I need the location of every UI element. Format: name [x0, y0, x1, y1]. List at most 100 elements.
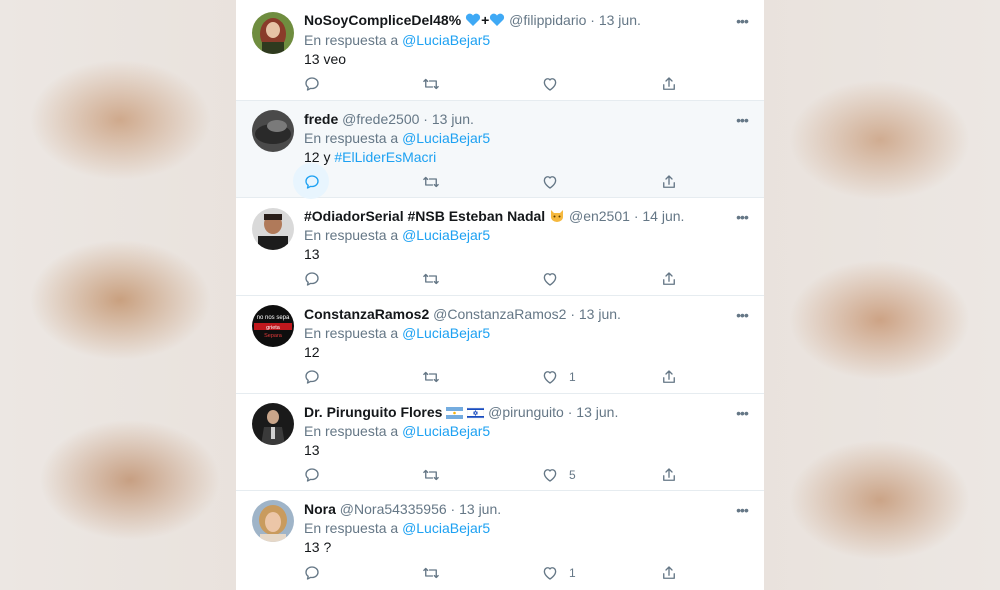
tweet-header: Dr. Pirunguito Flores @pirunguito · 13 j… [304, 402, 724, 422]
more-icon[interactable]: ••• [732, 210, 752, 230]
retweet-icon [422, 564, 440, 582]
tweet[interactable]: #OdiadorSerial #NSB Esteban Nadal @en250… [236, 198, 764, 296]
handle[interactable]: @frede2500 [342, 111, 419, 127]
tweet[interactable]: no nos sepa grieta Separa ConstanzaRamos… [236, 296, 764, 394]
blue-heart-icon [489, 12, 505, 32]
avatar[interactable] [252, 500, 294, 542]
mention-link[interactable]: @LuciaBejar5 [402, 325, 490, 341]
handle[interactable]: @pirunguito [488, 404, 564, 420]
reply-context: En respuesta a @LuciaBejar5 [304, 520, 491, 536]
hashtag-link[interactable]: #ElLiderEsMacri [334, 149, 436, 165]
timestamp[interactable]: 13 jun. [459, 501, 501, 517]
reply-icon [303, 564, 321, 582]
tweet-actions [236, 74, 764, 94]
mention-link[interactable]: @LuciaBejar5 [402, 32, 490, 48]
like-button[interactable]: 5 [541, 465, 576, 485]
reply-button[interactable] [303, 563, 321, 583]
avatar-text: no nos sepa [257, 315, 290, 321]
timestamp[interactable]: 13 jun. [579, 306, 621, 322]
like-count: 1 [569, 370, 576, 384]
retweet-icon [422, 368, 440, 386]
share-button[interactable] [660, 269, 678, 289]
israel-flag-icon [467, 404, 485, 424]
timestamp[interactable]: 13 jun. [599, 12, 641, 28]
heart-icon [541, 466, 559, 484]
share-icon [660, 270, 678, 288]
more-icon[interactable]: ••• [732, 406, 752, 426]
retweet-button[interactable] [422, 465, 440, 485]
tweet-header: ConstanzaRamos2 @ConstanzaRamos2 · 13 ju… [304, 306, 621, 322]
reply-button[interactable] [293, 163, 329, 199]
share-button[interactable] [660, 563, 678, 583]
reply-context: En respuesta a @LuciaBejar5 [304, 227, 491, 243]
display-name[interactable]: #OdiadorSerial #NSB Esteban Nadal [304, 208, 545, 224]
retweet-button[interactable] [422, 563, 440, 583]
more-icon[interactable]: ••• [732, 308, 752, 328]
retweet-icon [422, 173, 440, 191]
share-icon [660, 368, 678, 386]
like-button[interactable]: 1 [541, 367, 576, 387]
timestamp[interactable]: 14 jun. [642, 208, 684, 224]
retweet-button[interactable] [422, 269, 440, 289]
tweet[interactable]: frede @frede2500 · 13 jun. ••• En respue… [236, 101, 764, 199]
share-button[interactable] [660, 367, 678, 387]
retweet-button[interactable] [422, 367, 440, 387]
share-icon [660, 466, 678, 484]
cat-face-icon [549, 208, 565, 228]
mention-link[interactable]: @LuciaBejar5 [402, 423, 490, 439]
avatar[interactable] [252, 403, 294, 445]
tweet[interactable]: NoSoyCompliceDel48% + @filippidario · 13… [236, 0, 764, 101]
share-button[interactable] [660, 465, 678, 485]
display-name[interactable]: NoSoyCompliceDel48% [304, 12, 461, 28]
reply-context: En respuesta a @LuciaBejar5 [304, 32, 491, 48]
like-button[interactable]: 1 [541, 563, 576, 583]
tweet[interactable]: Dr. Pirunguito Flores @pirunguito · 13 j… [236, 394, 764, 491]
timestamp[interactable]: 13 jun. [432, 111, 474, 127]
reply-button[interactable] [303, 465, 321, 485]
avatar[interactable] [252, 110, 294, 152]
more-icon[interactable]: ••• [732, 113, 752, 133]
reply-button[interactable] [303, 269, 321, 289]
reply-button[interactable] [303, 367, 321, 387]
handle[interactable]: @ConstanzaRamos2 [433, 306, 566, 322]
display-name[interactable]: Nora [304, 501, 336, 517]
display-name[interactable]: frede [304, 111, 338, 127]
tweet-actions: 1 [236, 367, 764, 387]
reply-icon [303, 466, 321, 484]
argentina-flag-icon [446, 404, 464, 424]
share-icon [660, 564, 678, 582]
avatar[interactable]: no nos sepa grieta Separa [252, 305, 294, 347]
mention-link[interactable]: @LuciaBejar5 [402, 227, 490, 243]
tweet-header: Nora @Nora54335956 · 13 jun. [304, 501, 502, 517]
mention-link[interactable]: @LuciaBejar5 [402, 130, 490, 146]
like-button[interactable] [541, 172, 569, 192]
handle[interactable]: @filippidario [509, 12, 586, 28]
tweet-actions [236, 269, 764, 289]
more-icon[interactable]: ••• [732, 503, 752, 523]
like-button[interactable] [541, 74, 569, 94]
heart-icon [541, 173, 559, 191]
retweet-button[interactable] [422, 74, 440, 94]
share-button[interactable] [660, 74, 678, 94]
handle[interactable]: @Nora54335956 [340, 501, 447, 517]
handle[interactable]: @en2501 [569, 208, 630, 224]
avatar[interactable] [252, 208, 294, 250]
reply-button[interactable] [303, 74, 321, 94]
heart-icon [541, 368, 559, 386]
more-icon[interactable]: ••• [732, 14, 752, 34]
like-button[interactable] [541, 269, 569, 289]
tweet-text: 13 veo [304, 51, 347, 67]
mention-link[interactable]: @LuciaBejar5 [402, 520, 490, 536]
display-name[interactable]: ConstanzaRamos2 [304, 306, 429, 322]
tweet[interactable]: Nora @Nora54335956 · 13 jun. ••• En resp… [236, 491, 764, 590]
heart-icon [541, 75, 559, 93]
display-name[interactable]: Dr. Pirunguito Flores [304, 404, 442, 420]
share-button[interactable] [660, 172, 678, 192]
retweet-button[interactable] [422, 172, 440, 192]
tweet-actions [236, 163, 764, 199]
tweet-text: 13 [304, 442, 320, 458]
reply-context: En respuesta a @LuciaBejar5 [304, 325, 491, 341]
timestamp[interactable]: 13 jun. [576, 404, 618, 420]
reply-icon [303, 368, 321, 386]
avatar[interactable] [252, 12, 294, 54]
